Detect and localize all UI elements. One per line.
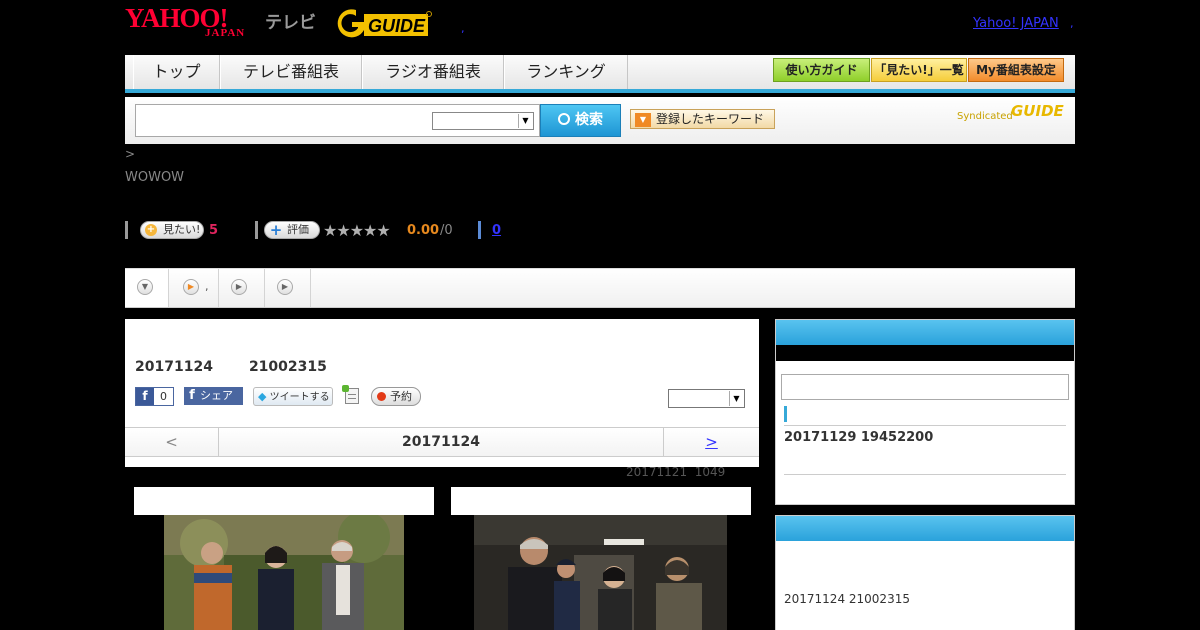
sidebar-related-broadcast[interactable]: 20171129 19452200 [784, 430, 933, 445]
sidebar-broadcast-datetime: 20171124 21002315 [784, 592, 910, 606]
chevron-down-icon: ▼ [729, 391, 743, 406]
divider [255, 221, 258, 239]
tweet-label: ツイートする [269, 392, 330, 403]
subtab-1[interactable]: ▼ [125, 269, 169, 307]
facebook-like-button[interactable]: f0 [135, 387, 174, 406]
calendar-add-icon[interactable] [342, 385, 359, 404]
yahoo-japan-logo-text: JAPAN [205, 27, 246, 39]
want-count: 5 [209, 223, 219, 238]
divider [478, 221, 481, 239]
photo-caption-2 [451, 487, 751, 515]
program-photo-1[interactable] [164, 515, 404, 630]
twitter-bird-icon: ◆ [258, 390, 267, 403]
search-button[interactable]: 検索 [540, 104, 621, 137]
gguide-logo-text: GUIDE [368, 16, 426, 36]
divider [125, 221, 128, 239]
registered-keyword-button[interactable]: ▼ 登録したキーワード [630, 109, 775, 129]
program-photo-2-image [474, 515, 727, 630]
channel-name: WOWOW [125, 170, 185, 185]
review-count-link[interactable]: 0 [492, 223, 501, 238]
nav-tab-radio-schedule[interactable]: ラジオ番組表 [362, 55, 504, 89]
facebook-share-button[interactable]: f シェア [184, 387, 243, 405]
search-icon [558, 113, 570, 125]
reserve-label: 予約 [390, 390, 412, 403]
facebook-icon: f [136, 388, 154, 405]
last-updated: 20171121 1049 [626, 465, 725, 479]
reserve-recording-button[interactable]: 予約 [371, 387, 421, 406]
program-datetime: 20171124 21002315 [135, 359, 327, 375]
chevron-down-icon: ▼ [518, 114, 532, 128]
subtab-4[interactable]: ▶ [265, 269, 311, 307]
subtab-2[interactable]: ▶ , [169, 269, 219, 307]
sidebar-panel-broadcast: 20171124 21002315 [775, 515, 1075, 630]
subtab-3[interactable]: ▶ [219, 269, 265, 307]
program-photo-1-image [164, 515, 404, 630]
search-category-select[interactable]: ▼ [432, 112, 534, 130]
header-link-separator: , [1070, 17, 1074, 30]
main-nav: トップ テレビ番組表 ラジオ番組表 ランキング 使い方ガイド 「見たい!」一覧 … [125, 55, 1075, 93]
nav-tab-tv-schedule[interactable]: テレビ番組表 [220, 55, 362, 89]
facebook-icon: f [189, 388, 195, 403]
search-button-label: 検索 [575, 112, 603, 128]
sidebar-subheader [776, 345, 1074, 361]
want-to-watch-button[interactable]: + 見たい! [140, 221, 204, 239]
sidebar-section-marker [784, 406, 787, 422]
current-day: 20171124 [402, 434, 480, 450]
next-day-link[interactable]: > [663, 428, 759, 456]
my-schedule-settings-button[interactable]: My番組表設定 [968, 58, 1064, 82]
plus-icon: + [269, 221, 283, 239]
updated-time: 1049 [694, 465, 726, 479]
program-detail-panel: 20171124 21002315 f0 f シェア ◆ ツイートする 予約 ▼ <… [125, 319, 759, 467]
sidebar-header [776, 320, 1074, 345]
facebook-like-count: 0 [160, 390, 167, 403]
play-icon: ▶ [277, 279, 293, 295]
subtab-2-separator: , [205, 280, 209, 293]
program-date: 20171124 [135, 359, 213, 375]
gguide-logo[interactable]: GUIDE [334, 6, 432, 40]
registered-keyword-label: 登録したキーワード [656, 112, 765, 126]
rating-score: 0.00 [407, 223, 440, 238]
want-list-button[interactable]: 「見たい!」一覧 [871, 58, 967, 82]
program-photo-2[interactable] [474, 515, 727, 630]
rating-stars: ★★★★★ [323, 221, 391, 240]
tv-logo-text[interactable]: テレビ [265, 8, 316, 33]
rating-count: /0 [440, 223, 453, 238]
previous-day-button[interactable]: < [125, 428, 219, 456]
facebook-share-label: シェア [200, 389, 233, 402]
syndicated-gguide-logo: GUIDE [1011, 102, 1064, 120]
nav-tab-ranking[interactable]: ランキング [504, 55, 628, 89]
play-icon: ▶ [231, 279, 247, 295]
updated-date: 20171121 [626, 465, 688, 479]
rate-label: 評価 [287, 223, 309, 236]
plus-icon: + [145, 224, 157, 236]
sidebar-header [776, 516, 1074, 541]
photo-caption-1 [134, 487, 434, 515]
divider [784, 474, 1066, 475]
play-icon: ▶ [183, 279, 199, 295]
nav-tab-top[interactable]: トップ [133, 55, 220, 89]
font-size-select[interactable]: ▼ [668, 389, 745, 408]
record-icon [377, 392, 386, 401]
sidebar-input[interactable] [781, 374, 1069, 400]
page: YAHOO! JAPAN テレビ GUIDE , Yahoo! JAPAN , … [0, 0, 1200, 630]
tweet-button[interactable]: ◆ ツイートする [253, 387, 333, 406]
header-separator: , [461, 22, 465, 35]
want-to-watch-label: 見たい! [163, 223, 201, 236]
chevron-down-icon: ▼ [137, 279, 153, 295]
program-subtabs: ▼ ▶ , ▶ ▶ [125, 268, 1075, 308]
divider [784, 425, 1066, 426]
sidebar-panel-related: 20171129 19452200 [775, 319, 1075, 505]
syndicated-label: Syndicated [957, 111, 1013, 122]
rate-button[interactable]: + 評価 [264, 221, 320, 239]
program-time: 21002315 [248, 359, 327, 375]
usage-guide-button[interactable]: 使い方ガイド [773, 58, 870, 82]
dropdown-arrow-icon: ▼ [635, 112, 651, 127]
breadcrumb[interactable]: > [125, 147, 135, 161]
day-navigation: < 20171124 > [125, 427, 759, 457]
search-bar: ▼ 検索 ▼ 登録したキーワード Syndicated GUIDE [125, 97, 1075, 144]
yahoo-japan-link[interactable]: Yahoo! JAPAN [973, 16, 1059, 31]
